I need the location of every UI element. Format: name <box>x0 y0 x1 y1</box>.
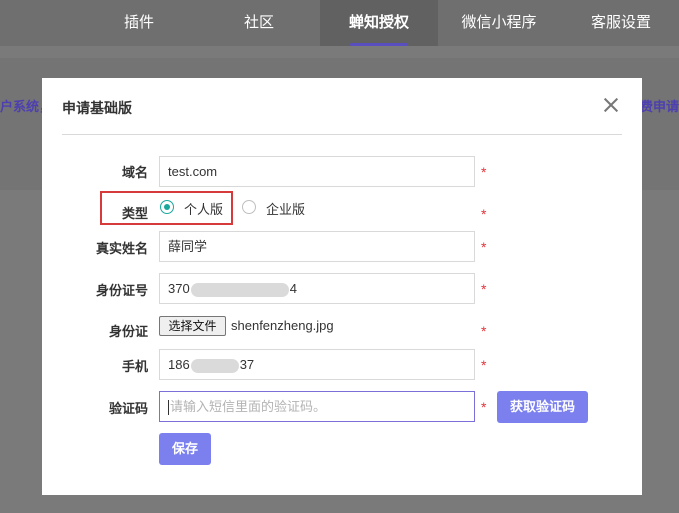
id-number-label: 身份证号 <box>95 283 148 298</box>
phone-prefix: 186 <box>168 357 190 372</box>
code-input[interactable]: 请输入短信里面的验证码。 <box>159 391 475 422</box>
radio-personal-label[interactable]: 个人版 <box>184 199 223 218</box>
id-number-prefix: 370 <box>168 281 190 296</box>
top-navigation: 插件 社区 蝉知授权 微信小程序 客服设置 <box>0 0 679 46</box>
phone-label: 手机 <box>121 359 148 374</box>
required-mark: * <box>481 206 487 222</box>
radio-enterprise-label[interactable]: 企业版 <box>266 199 305 218</box>
required-mark: * <box>481 239 487 255</box>
required-mark: * <box>481 323 487 339</box>
radio-personal[interactable] <box>160 200 174 214</box>
required-mark: * <box>481 281 487 297</box>
background-text-right: 费申请 <box>639 99 679 114</box>
real-name-value: 薛同学 <box>168 239 208 254</box>
save-button[interactable]: 保存 <box>159 433 211 465</box>
required-mark: * <box>481 164 487 180</box>
dialog-divider <box>62 134 622 135</box>
redacted-blur <box>190 358 239 373</box>
code-label: 验证码 <box>108 401 148 416</box>
real-name-input[interactable]: 薛同学 <box>159 231 475 262</box>
tab-chanzhi-license[interactable]: 蝉知授权 <box>320 0 438 46</box>
id-number-suffix: 4 <box>289 281 297 296</box>
tab-customer-service[interactable]: 客服设置 <box>582 0 660 46</box>
get-code-button[interactable]: 获取验证码 <box>497 391 588 423</box>
real-name-label: 真实姓名 <box>95 241 148 256</box>
choose-file-button[interactable]: 选择文件 <box>159 316 226 336</box>
tab-wechat-miniprogram[interactable]: 微信小程序 <box>455 0 543 46</box>
id-card-label: 身份证 <box>108 324 148 339</box>
domain-value: test.com <box>168 164 218 179</box>
text-caret <box>168 400 169 416</box>
domain-label: 域名 <box>121 165 148 180</box>
phone-input[interactable]: 186 37 <box>159 349 475 380</box>
code-placeholder: 请输入短信里面的验证码。 <box>170 399 327 414</box>
tab-plugins[interactable]: 插件 <box>110 0 168 46</box>
apply-basic-dialog: 申请基础版 域名 test.com * 类型 个人版 企业版 * 真实姓名 薛同… <box>42 78 642 495</box>
id-number-input[interactable]: 370 4 <box>159 273 475 304</box>
type-label: 类型 <box>121 206 148 221</box>
domain-input[interactable]: test.com <box>159 156 475 187</box>
close-icon[interactable] <box>602 96 620 114</box>
radio-enterprise[interactable] <box>242 200 256 214</box>
tab-community[interactable]: 社区 <box>230 0 288 46</box>
dialog-title: 申请基础版 <box>62 100 132 116</box>
required-mark: * <box>481 357 487 373</box>
phone-suffix: 37 <box>239 357 255 372</box>
file-name: shenfenzheng.jpg <box>231 318 334 333</box>
redacted-blur <box>190 282 289 297</box>
required-mark: * <box>481 399 487 415</box>
